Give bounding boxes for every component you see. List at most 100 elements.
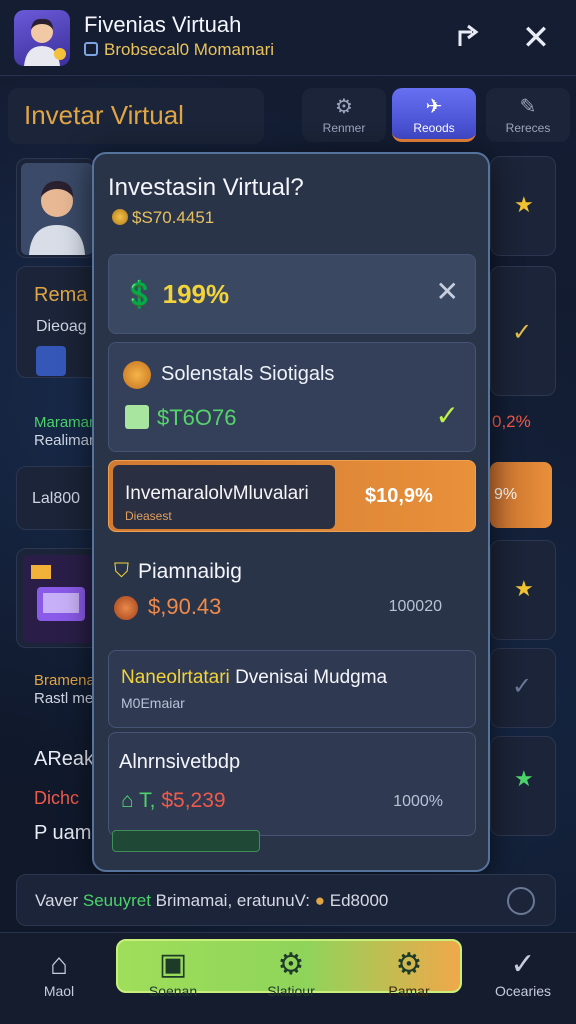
bg-text-lal: Lal800 [32,490,81,507]
bg-heading: Invetar Virtual [24,100,184,130]
tab-renmer[interactable]: ⚙ Renmer [302,88,386,142]
stock-card[interactable]: Solenstals Siotigals $T6O76 ✓ [108,342,476,452]
plane-icon: ✈ [425,96,443,118]
ar-card[interactable]: Alnrnsivetbdp ⌂ T, $5,239 1000% [108,732,476,836]
rate-text: 💲 199% [123,279,229,310]
nav-home[interactable]: ⌂ Maol [30,947,88,999]
coin-icon [114,596,138,620]
ticker-green: Seuuyret [82,891,151,910]
nav-pamar[interactable]: ⚙ Pamar [364,947,454,999]
ticker-text: Vaver Seuuyret Brimamai, eratunuV: ● Ed8… [35,891,388,911]
plan-right: 100020 [388,598,442,615]
selected-investment-title: InvemaralolvMluvalari [125,483,309,504]
star-icon: ★ [514,192,534,217]
bg-text-maramar: Maramar [34,414,95,431]
gear-icon: ⚙ [335,96,353,118]
nav-slatiour[interactable]: ⚙ Slatiour [244,947,338,999]
share-icon[interactable] [450,20,486,56]
stock-value: $T6O76 [157,405,237,430]
star-icon: ★ [514,766,534,791]
gear-icon: ⚙ [395,948,423,981]
bg-avatar-card [16,158,96,258]
investment-modal: Investasin Virtual? $S70.4451 💲 199% ✕ S… [92,152,490,872]
nav-ocearies[interactable]: ✓ Ocearies [486,947,560,999]
ar-title: Alnrnsivetbdp [119,751,241,773]
bg-text-reali: Realimarr [34,432,100,449]
nav-soenan[interactable]: ▣ Soenan [128,947,218,999]
check-icon: ✓ [512,673,533,700]
bg-text-pct1: 0,2% [492,412,531,431]
plan-title: Piamnaibig [138,560,242,583]
ticker-c: Ed8000 [329,891,389,910]
selected-investment-pct: $10,9% [365,485,433,507]
chart-up-icon: ⌂ [121,789,134,812]
close-icon[interactable]: ✕ [518,20,554,56]
ar-right: 1000% [393,793,443,810]
bg-text-dieo: Dieoag [36,318,87,335]
check-icon: ✓ [435,400,459,431]
ar-value-green: T, [139,789,156,812]
bg-text-bramenar: Bramenar [34,672,100,689]
check-circle-icon: ✓ [510,948,536,981]
nav-o-label: Ocearies [494,983,552,999]
nav-home-label: Maol [43,983,75,999]
nm-card[interactable]: Naneolrtatari Dvenisai Mudgma M0Emaiar [108,650,476,728]
nav-p-label: Pamar [388,983,430,999]
app-subtitle-text: Brobsecal0 Momamari [104,40,275,59]
top-bar: Fivenias Virtuah Brobsecal0 Momamari ✕ [0,0,576,76]
rate-card[interactable]: 💲 199% ✕ [108,254,476,334]
nm-title-highlight: Naneolrtatari [121,667,230,688]
ticker-a: Vaver [35,891,79,910]
selected-investment-inner: InvemaralolvMluvalari Dieasest [113,465,335,529]
nm-title: Naneolrtatari Dvenisai Mudgma [121,667,387,689]
modal-balance: $S70.4451 [112,208,214,228]
ar-value-main: $5,239 [161,789,226,812]
close-icon[interactable]: ✕ [436,275,459,308]
check-icon: ✓ [512,319,533,346]
ticker-bar: Vaver Seuuyret Brimamai, eratunuV: ● Ed8… [16,874,556,926]
green-strip [112,830,260,852]
coin-icon [112,209,128,225]
app-subtitle: Brobsecal0 Momamari [84,40,274,60]
box-icon: ▣ [158,948,188,981]
plan-section[interactable]: ⛉ Piamnaibig $,90.43 100020 [108,548,476,648]
bg-text-rema: Rema [34,284,88,306]
bg-text-p: P uam [34,822,92,844]
modal-title: Investasin Virtual? [108,174,304,201]
nav-st-label: Slatiour [267,983,315,999]
ar-value: ⌂ T, $5,239 [121,789,226,813]
bg-text-afl: AReak [34,748,95,770]
star-icon: ★ [514,576,534,601]
app-avatar [14,10,70,66]
plan-value: $,90.43 [148,594,222,619]
bottom-nav: ⌂ Maol ▣ Soenan ⚙ Slatiour ⚙ Pamar ✓ Oce… [0,932,576,1024]
cash-icon [125,405,149,429]
bg-text-dich: Dichc [34,788,80,808]
modal-balance-value: $S70.4451 [132,208,215,227]
tab-label: Rereces [505,121,551,135]
grid-icon [84,42,98,56]
dollar-icon: 💲 [123,279,156,309]
app-title: Fivenias Virtuah [84,12,242,37]
bg-text-rastl: Rastl me [34,690,94,707]
stock-name: Solenstals Siotigals [161,363,335,385]
rate-value: 199% [162,279,230,309]
help-icon[interactable] [507,887,535,915]
cube-icon [36,346,66,376]
tab-rereces[interactable]: ✎ Rereces [486,88,570,142]
selected-investment-sub: Dieasest [125,509,172,523]
tab-label: Renmer [322,121,366,135]
stock-badge-icon [123,361,151,389]
badge-icon: ⚙ [277,948,305,981]
shield-icon: ⛉ [114,560,129,582]
selected-investment-card[interactable]: InvemaralolvMluvalari Dieasest $10,9% [108,460,476,532]
nm-sub: M0Emaiar [121,695,185,711]
tab-reoods[interactable]: ✈ Reoods [392,88,476,142]
pen-icon: ✎ [519,96,537,118]
nav-s-label: Soenan [148,983,198,999]
tab-label: Reoods [413,121,455,135]
coin-icon: ● [314,891,326,910]
home-icon: ⌂ [49,948,69,981]
bg-text-pct2: 9% [494,486,518,503]
ticker-b: Brimamai, eratunuV: [155,891,310,910]
